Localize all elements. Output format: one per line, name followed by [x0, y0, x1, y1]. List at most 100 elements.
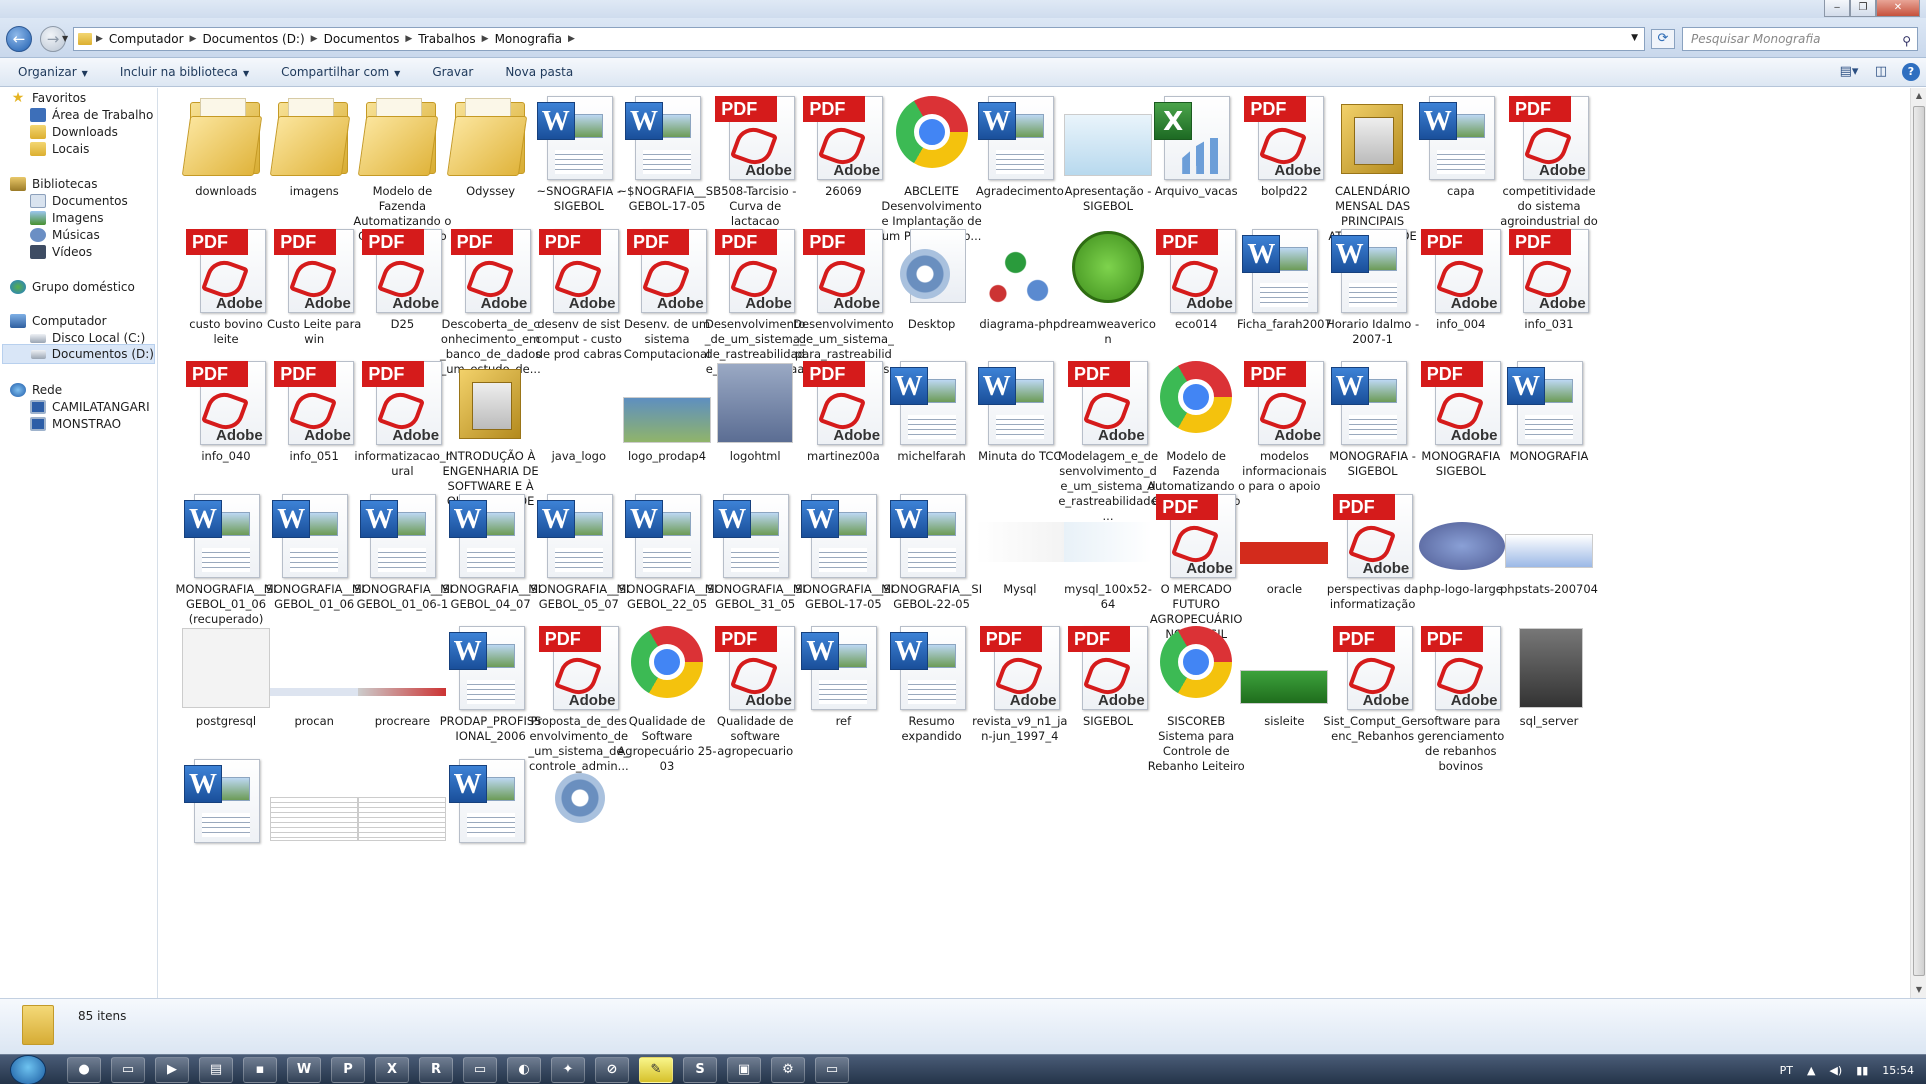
- breadcrumb-documentos[interactable]: Documentos: [324, 32, 400, 46]
- pdf-file-icon: PDF Adobe: [705, 227, 805, 317]
- drive-icon: [30, 333, 46, 343]
- speaker-icon[interactable]: ◀): [1829, 1064, 1842, 1077]
- start-button[interactable]: [10, 1054, 46, 1084]
- search-input[interactable]: Pesquisar Monografia ⚲: [1682, 27, 1918, 51]
- organize-label: Organizar: [18, 65, 77, 79]
- folder-file-icon: [352, 94, 452, 184]
- nav-label: Grupo doméstico: [32, 280, 135, 294]
- chrome-taskbar-icon[interactable]: ●: [67, 1056, 101, 1083]
- nav-videos[interactable]: Vídeos: [30, 242, 92, 262]
- breadcrumb-trabalhos[interactable]: Trabalhos: [418, 32, 475, 46]
- nav-monstrao[interactable]: MONSTRAO: [30, 414, 121, 434]
- file-item[interactable]: PDF Adobe info_031: [1497, 227, 1601, 332]
- chrome-file-icon: [1146, 624, 1246, 714]
- ppt-file-icon: [1058, 94, 1158, 184]
- refresh-button[interactable]: ⟳: [1651, 29, 1675, 49]
- r-taskbar-icon[interactable]: R: [419, 1056, 453, 1083]
- folder-file-icon: [264, 94, 364, 184]
- scroll-thumb[interactable]: [1913, 106, 1925, 976]
- breadcrumb-computador[interactable]: Computador: [109, 32, 184, 46]
- search-icon[interactable]: ⚲: [1902, 30, 1911, 52]
- chevron-right-icon: ▶: [310, 34, 318, 44]
- word-file-icon: W: [793, 624, 893, 714]
- help-icon[interactable]: ?: [1902, 63, 1920, 81]
- java-file-icon: [529, 359, 629, 449]
- view-options-icon[interactable]: ▤▾: [1838, 62, 1860, 82]
- include-label: Incluir na biblioteca: [119, 65, 238, 79]
- back-button[interactable]: ←: [6, 26, 32, 52]
- scroll-up-icon[interactable]: ▲: [1911, 88, 1926, 104]
- vertical-scrollbar[interactable]: ▲ ▼: [1910, 88, 1926, 998]
- pdf-file-icon: PDF Adobe: [264, 227, 364, 317]
- breadcrumb-monografia[interactable]: Monografia: [495, 32, 562, 46]
- network-signal-icon[interactable]: ▮▮: [1856, 1064, 1868, 1077]
- app2-taskbar-icon[interactable]: ✦: [551, 1056, 585, 1083]
- history-dropdown-icon[interactable]: ▼: [62, 34, 68, 43]
- file-item[interactable]: W MONOGRAFIA: [1497, 359, 1601, 464]
- block-taskbar-icon[interactable]: ⊘: [595, 1056, 629, 1083]
- scroll-down-icon[interactable]: ▼: [1911, 982, 1926, 998]
- minimize-button[interactable]: ‒: [1824, 0, 1850, 17]
- file-name: sql_server: [1519, 714, 1579, 728]
- documents-icon: [30, 194, 46, 208]
- network-icon: [10, 383, 26, 397]
- powerpoint-taskbar-icon[interactable]: P: [331, 1056, 365, 1083]
- sheet-file-icon: [352, 757, 452, 847]
- excel-taskbar-icon[interactable]: X: [375, 1056, 409, 1083]
- nav-documentos-d[interactable]: Documentos (D:): [2, 344, 155, 364]
- folder-file-icon: [176, 94, 276, 184]
- nav-label: Documentos: [52, 194, 128, 208]
- terminal-taskbar-icon[interactable]: ▪: [243, 1056, 277, 1083]
- pdf-file-icon: PDF Adobe: [793, 227, 893, 317]
- word-file-icon: W: [970, 359, 1070, 449]
- eclipse-taskbar-icon[interactable]: ◐: [507, 1056, 541, 1083]
- command-bar: Organizar ▼ Incluir na biblioteca ▼ Compar…: [0, 58, 1926, 87]
- skype-taskbar-icon[interactable]: S: [683, 1056, 717, 1083]
- dream-file-icon: [1058, 227, 1158, 317]
- pdf-file-icon: PDF Adobe: [1411, 227, 1511, 317]
- file-item[interactable]: [527, 757, 631, 847]
- postgres-file-icon: [176, 624, 276, 714]
- pdf-file-icon: PDF Adobe: [793, 94, 893, 184]
- nav-grupo-domestico[interactable]: Grupo doméstico: [10, 277, 135, 297]
- burn-button[interactable]: Gravar: [414, 65, 487, 79]
- word-taskbar-icon[interactable]: W: [287, 1056, 321, 1083]
- close-button[interactable]: ✕: [1876, 0, 1920, 17]
- desktop-icon: [30, 108, 46, 122]
- pdf-taskbar-icon[interactable]: ▭: [815, 1056, 849, 1083]
- prodap-file-icon: [617, 359, 717, 449]
- media-player-taskbar-icon[interactable]: ▶: [155, 1056, 189, 1083]
- taskbar: ● ▭ ▶ ▤ ▪ W P X R ▭ ◐ ✦ ⊘ ✎ S ▣ ⚙ ▭ PT ▲…: [0, 1054, 1926, 1084]
- breadcrumb-documentos-d[interactable]: Documentos (D:): [202, 32, 304, 46]
- pdf-file-icon: PDF Adobe: [176, 227, 276, 317]
- tray-arrow-icon[interactable]: ▲: [1807, 1064, 1815, 1077]
- include-library-button[interactable]: Incluir na biblioteca ▼: [102, 65, 263, 79]
- procreare-file-icon: [352, 624, 452, 714]
- share-button[interactable]: Compartilhar com ▼: [263, 65, 414, 79]
- maximize-button[interactable]: ❐: [1850, 0, 1876, 17]
- file-item[interactable]: sql_server: [1497, 624, 1601, 729]
- share-label: Compartilhar com: [281, 65, 390, 79]
- language-indicator[interactable]: PT: [1780, 1064, 1793, 1077]
- nav-locais[interactable]: Locais: [30, 139, 89, 159]
- preview-pane-icon[interactable]: ◫: [1870, 62, 1892, 82]
- window-taskbar-icon[interactable]: ▭: [463, 1056, 497, 1083]
- pdf-file-icon: PDF Adobe: [1323, 492, 1423, 582]
- word-file-icon: W: [882, 624, 982, 714]
- nav-label: Documentos (D:): [51, 347, 154, 361]
- explorer-taskbar-icon[interactable]: ▭: [111, 1056, 145, 1083]
- active-app-taskbar-icon[interactable]: ✎: [639, 1056, 673, 1083]
- organize-button[interactable]: Organizar ▼: [0, 65, 102, 79]
- clock[interactable]: 15:54: [1882, 1064, 1914, 1077]
- image-app-taskbar-icon[interactable]: ▣: [727, 1056, 761, 1083]
- address-dropdown-icon[interactable]: ▼: [1631, 33, 1638, 43]
- app-taskbar-icon[interactable]: ▤: [199, 1056, 233, 1083]
- file-item[interactable]: phpstats-200704: [1497, 492, 1601, 597]
- address-input[interactable]: ▶ Computador ▶ Documentos (D:) ▶ Documen…: [73, 27, 1645, 51]
- pdf-file-icon: PDF Adobe: [441, 227, 541, 317]
- excel-file-icon: X: [1146, 94, 1246, 184]
- new-folder-button[interactable]: Nova pasta: [487, 65, 587, 79]
- file-item[interactable]: PDF Adobe competitividade do sistema agroi…: [1497, 94, 1601, 244]
- settings-taskbar-icon[interactable]: ⚙: [771, 1056, 805, 1083]
- pictures-icon: [30, 211, 46, 225]
